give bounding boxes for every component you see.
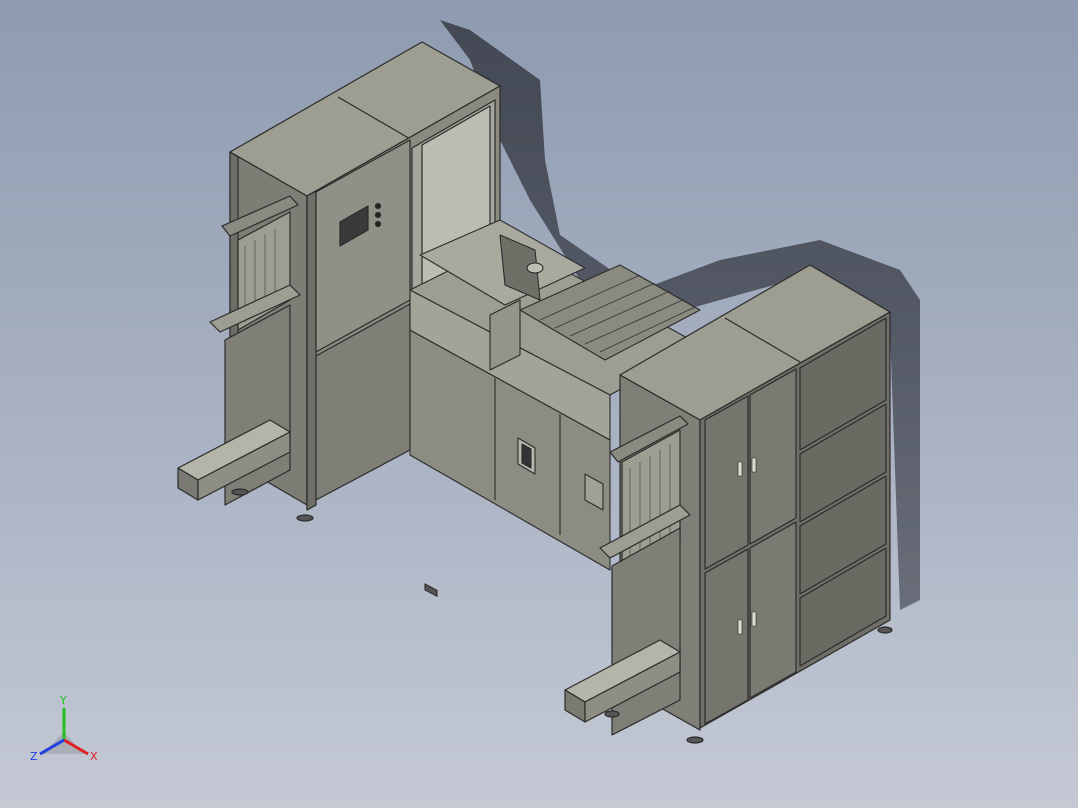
right-tower-door-4[interactable] (749, 521, 797, 699)
right-tower-door-3[interactable] (704, 548, 749, 725)
right-tower-door-1[interactable] (704, 395, 749, 570)
cabinet-label (424, 583, 438, 597)
triad-z-label: Z (30, 750, 38, 763)
right-tower-door-2[interactable] (749, 368, 797, 545)
triad-x-label: X (90, 750, 98, 763)
coordinate-triad: Y X Z (30, 694, 98, 763)
machine-assembly-model[interactable] (0, 0, 1078, 808)
cad-viewport[interactable]: Y X Z (0, 0, 1078, 808)
triad-y-label: Y (59, 694, 67, 707)
